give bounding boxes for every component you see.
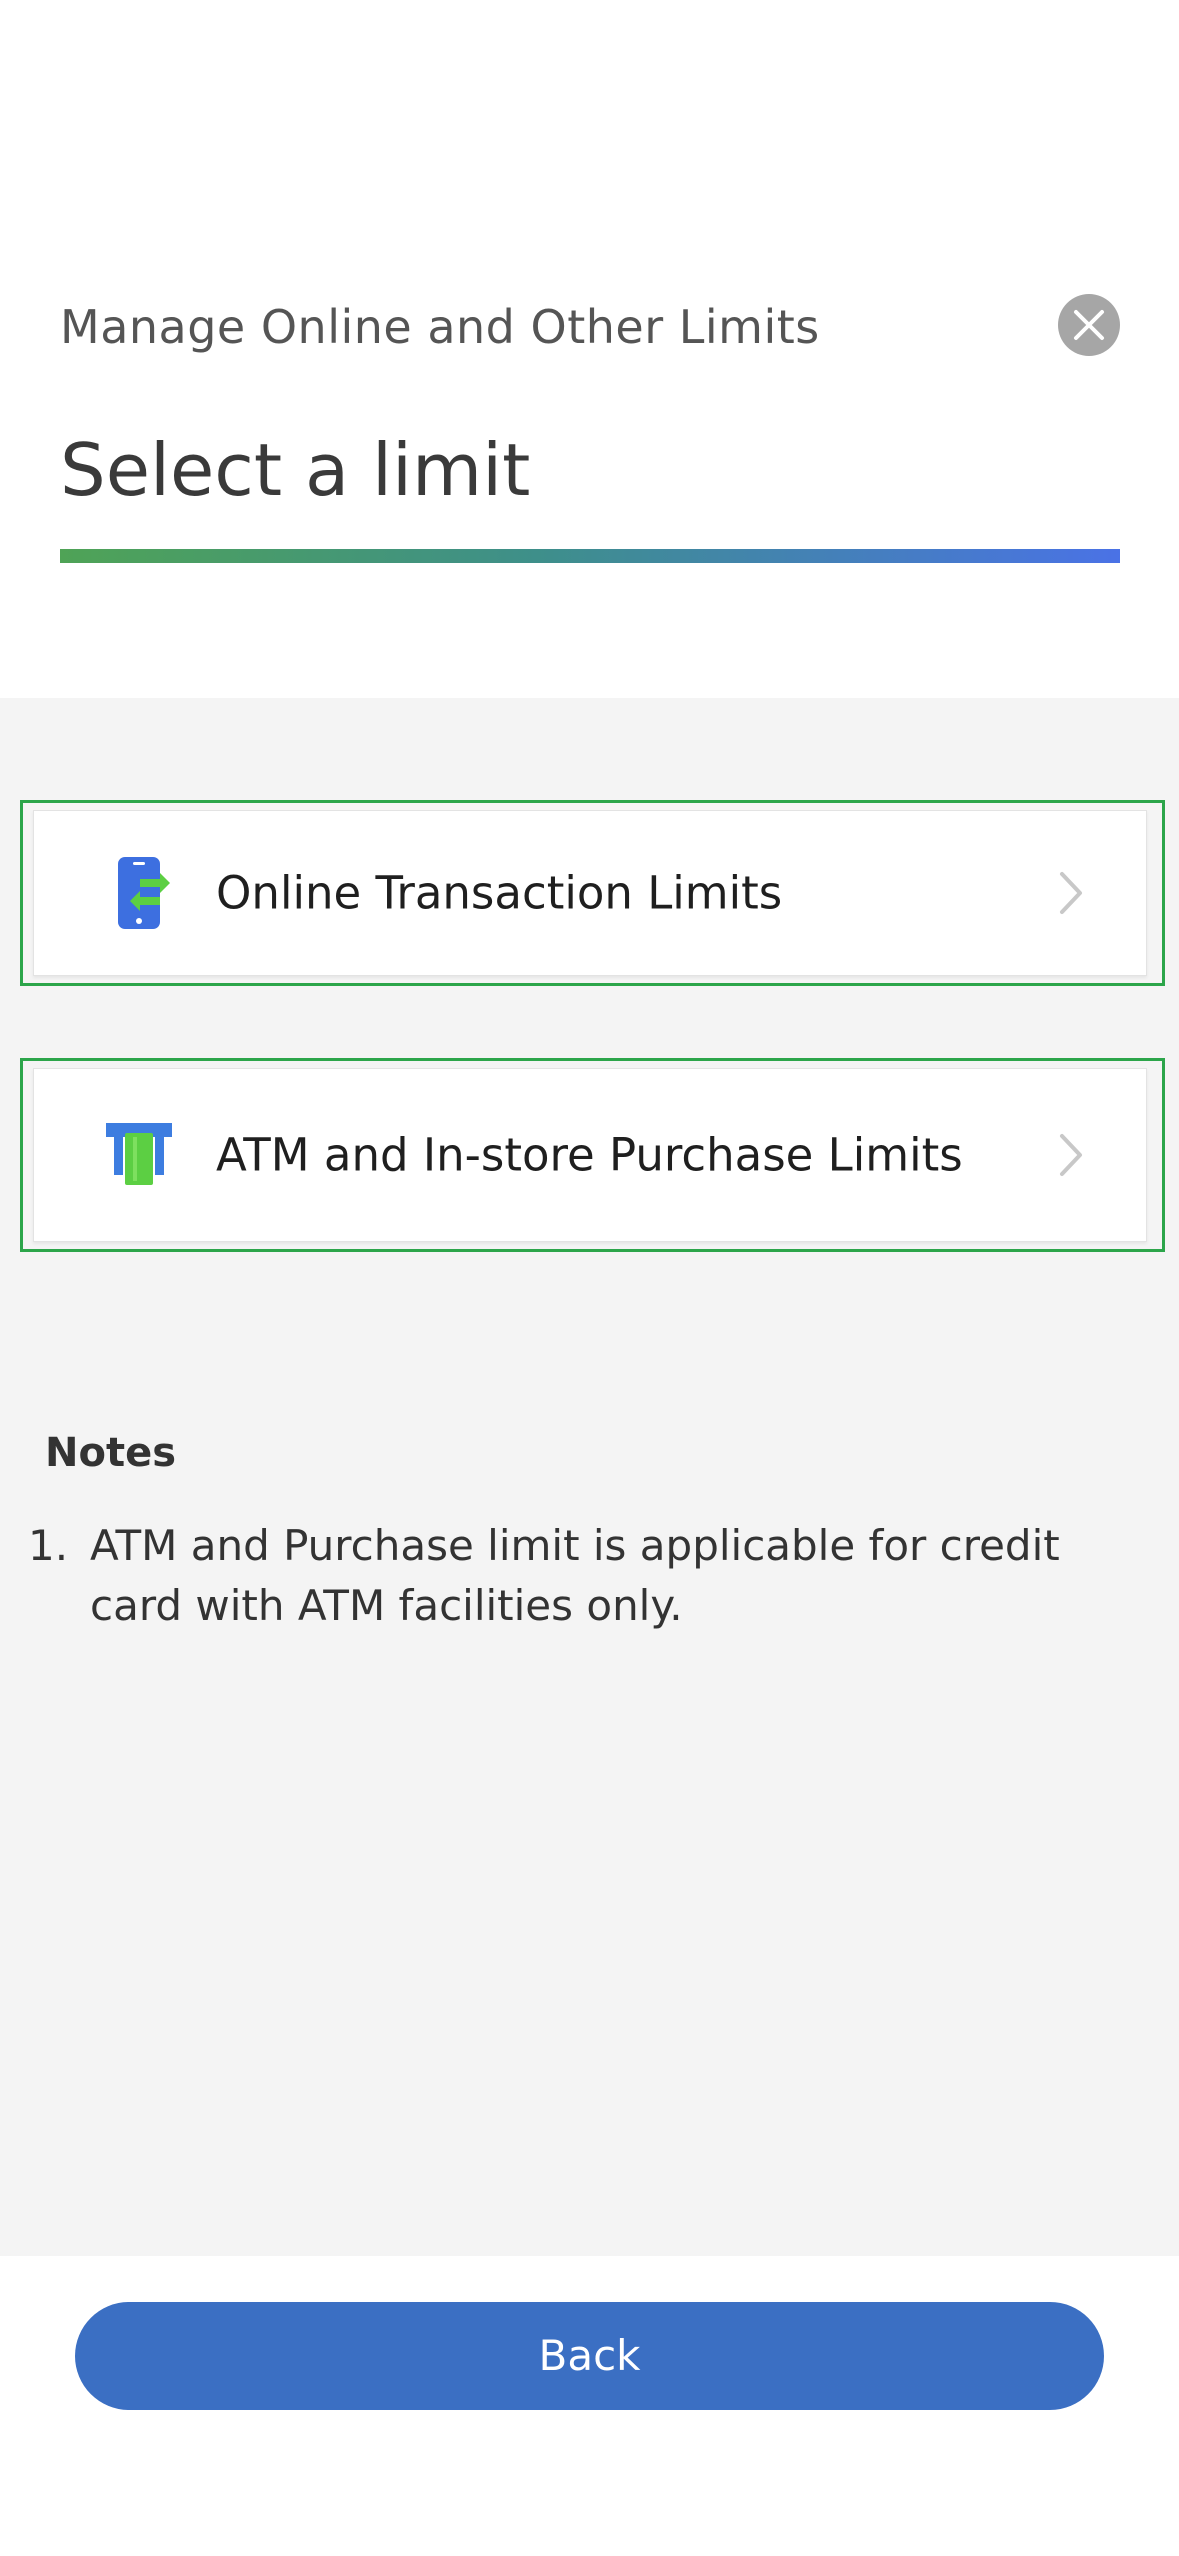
- online-transaction-limits-item[interactable]: Online Transaction Limits: [20, 800, 1165, 986]
- limits-content: Online Transaction Limits ATM and In-sto…: [0, 698, 1179, 2256]
- limit-card-inner: ATM and In-store Purchase Limits: [33, 1068, 1147, 1242]
- atm-in-store-purchase-limits-item[interactable]: ATM and In-store Purchase Limits: [20, 1058, 1165, 1252]
- header: Manage Online and Other Limits Select a …: [0, 0, 1179, 698]
- close-icon: [1074, 310, 1104, 340]
- mobile-transfer-icon: [118, 857, 170, 929]
- atm-in-store-purchase-limits-label: ATM and In-store Purchase Limits: [216, 1128, 963, 1182]
- notes-title: Notes: [45, 1430, 177, 1476]
- page-title: Select a limit: [60, 428, 531, 512]
- notes-list: 1. ATM and Purchase limit is applicable …: [28, 1516, 1128, 1636]
- online-transaction-limits-label: Online Transaction Limits: [216, 866, 783, 920]
- title-underline-divider: [60, 549, 1120, 563]
- footer: Back: [0, 2256, 1179, 2556]
- atm-card-icon: [106, 1123, 172, 1185]
- chevron-right-icon: [1060, 1134, 1082, 1176]
- note-number: 1.: [28, 1521, 69, 1570]
- limit-card-inner: Online Transaction Limits: [33, 810, 1147, 976]
- back-button[interactable]: Back: [75, 2302, 1104, 2410]
- note-item: 1. ATM and Purchase limit is applicable …: [28, 1516, 1128, 1636]
- page-subtitle: Manage Online and Other Limits: [60, 300, 820, 354]
- chevron-right-icon: [1060, 872, 1082, 914]
- close-button[interactable]: [1058, 294, 1120, 356]
- note-text: ATM and Purchase limit is applicable for…: [90, 1521, 1060, 1630]
